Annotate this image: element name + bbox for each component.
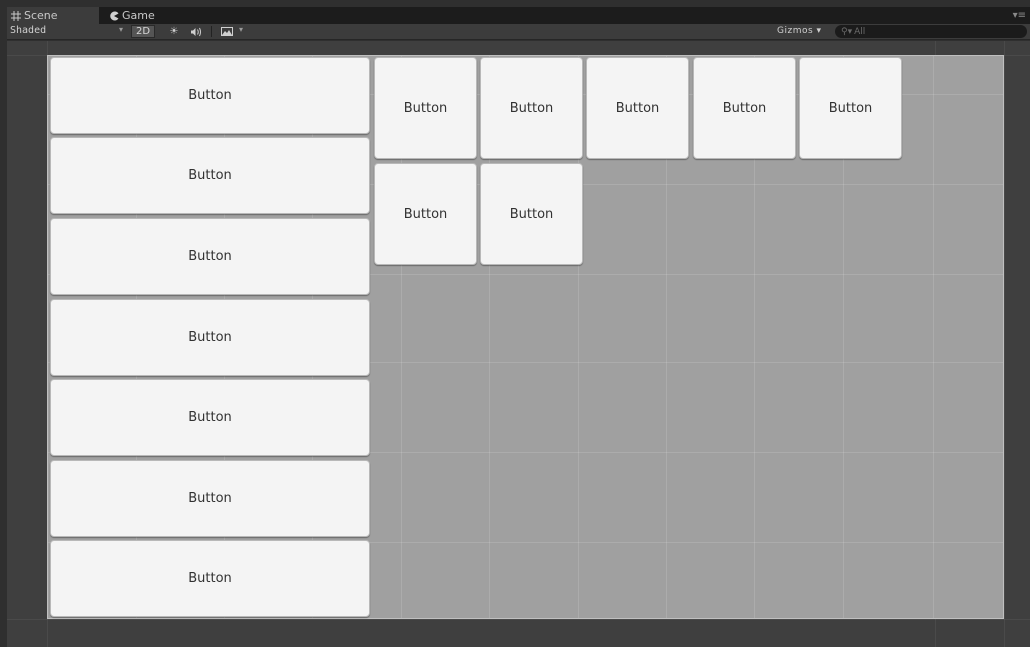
search-input[interactable] xyxy=(854,26,1015,37)
mode-2d-toggle[interactable]: 2D xyxy=(131,25,155,38)
search-icon: ⚲▾ xyxy=(841,26,853,37)
shading-mode-dropdown[interactable]: Shaded xyxy=(10,25,46,36)
effects-dropdown-icon[interactable]: ▾ xyxy=(239,25,243,34)
ui-canvas-panel: Button Button Button Button Button Butto… xyxy=(47,55,1004,619)
editor-tab-bar: Scene Game ▾≡ xyxy=(7,7,1030,24)
canvas-button[interactable]: Button xyxy=(374,57,477,159)
canvas-button[interactable]: Button xyxy=(50,299,370,376)
image-icon xyxy=(221,27,233,36)
gizmos-label: Gizmos xyxy=(777,26,814,36)
effects-toggle[interactable] xyxy=(217,25,237,38)
panel-menu-icon[interactable]: ▾≡ xyxy=(1013,10,1026,21)
sun-icon: ☀ xyxy=(169,26,179,37)
tab-game[interactable]: Game xyxy=(105,7,195,24)
grid-line xyxy=(933,56,934,618)
canvas-button[interactable]: Button xyxy=(50,460,370,537)
gizmos-dropdown[interactable]: Gizmos ▾ xyxy=(777,26,822,36)
canvas-button[interactable]: Button xyxy=(799,57,902,159)
canvas-button[interactable]: Button xyxy=(374,163,477,265)
canvas-button[interactable]: Button xyxy=(50,57,370,134)
tab-scene[interactable]: Scene xyxy=(7,7,99,24)
grid-icon xyxy=(11,10,21,21)
audio-toggle[interactable] xyxy=(187,25,205,38)
chevron-down-icon: ▾ xyxy=(119,25,124,34)
tab-game-label: Game xyxy=(122,9,155,22)
tab-scene-label: Scene xyxy=(24,9,58,22)
pacman-icon xyxy=(110,11,119,20)
canvas-button[interactable]: Button xyxy=(693,57,796,159)
canvas-button[interactable]: Button xyxy=(480,57,583,159)
speaker-icon xyxy=(191,27,201,36)
scene-viewport[interactable]: Button Button Button Button Button Butto… xyxy=(7,41,1030,647)
scene-toolbar: Shaded ▾ 2D ☀ ▾ Gizmos ▾ ⚲▾ xyxy=(7,24,1030,40)
grid-line xyxy=(1004,41,1005,647)
hierarchy-search[interactable]: ⚲▾ xyxy=(835,25,1027,38)
chevron-down-icon: ▾ xyxy=(816,26,822,36)
canvas-button[interactable]: Button xyxy=(50,137,370,214)
canvas-button[interactable]: Button xyxy=(50,218,370,295)
canvas-button[interactable]: Button xyxy=(50,540,370,617)
canvas-button[interactable]: Button xyxy=(480,163,583,265)
canvas-button[interactable]: Button xyxy=(586,57,689,159)
grid-line xyxy=(7,619,1030,620)
toolbar-divider xyxy=(211,26,212,37)
lighting-toggle[interactable]: ☀ xyxy=(166,25,182,38)
canvas-button[interactable]: Button xyxy=(50,379,370,456)
